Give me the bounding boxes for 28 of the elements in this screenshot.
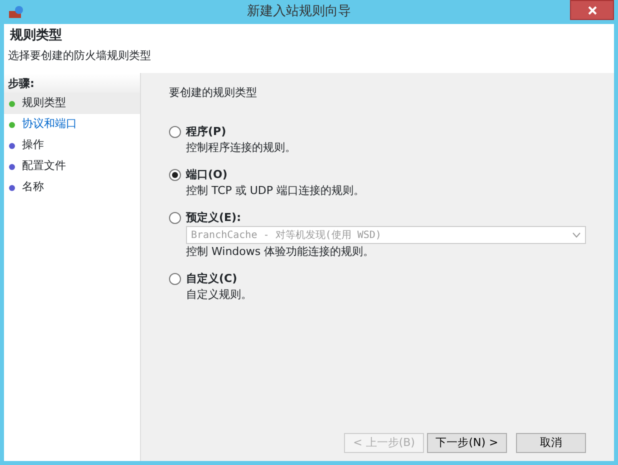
step-item-highlight[interactable]: 规则类型 xyxy=(4,93,140,114)
option-label: 预定义(E): xyxy=(186,210,241,226)
cancel-button[interactable]: 取消 xyxy=(516,432,586,453)
close-icon xyxy=(588,6,596,14)
option-label: 自定义(C) xyxy=(186,270,238,286)
chevron-icon xyxy=(572,232,581,238)
option-description: 控制 TCP 或 UDP 端口连接的规则。 xyxy=(186,183,366,199)
step-label: 配置文件 xyxy=(22,158,66,174)
radio-button[interactable] xyxy=(169,272,181,285)
radio-button[interactable] xyxy=(169,168,181,181)
step-label: 名称 xyxy=(22,179,44,196)
next-button[interactable]: 下一步(N) > xyxy=(426,432,508,453)
page-title: 规则类型 xyxy=(10,28,63,44)
firewall-icon xyxy=(8,5,24,19)
step-label: 规则类型 xyxy=(22,95,66,112)
step-label: 操作 xyxy=(22,137,44,154)
step-link[interactable]: 协议和端口 xyxy=(22,116,77,133)
option-label: 端口(O) xyxy=(186,166,228,182)
radio-button[interactable] xyxy=(169,126,181,138)
close-button[interactable] xyxy=(570,0,614,20)
prompt-text: 要创建的规则类型 xyxy=(169,85,258,101)
option-description: 控制程序连接的规则。 xyxy=(186,140,297,156)
page-subtitle: 选择要创建的防火墙规则类型 xyxy=(8,48,152,64)
window-title: 新建入站规则向导 xyxy=(246,3,352,22)
radio-button[interactable] xyxy=(169,212,181,224)
option-description: 自定义规则。 xyxy=(186,287,253,303)
option-label: 程序(P) xyxy=(186,124,226,140)
option-description: 控制 Windows 体验功能连接的规则。 xyxy=(186,244,376,260)
